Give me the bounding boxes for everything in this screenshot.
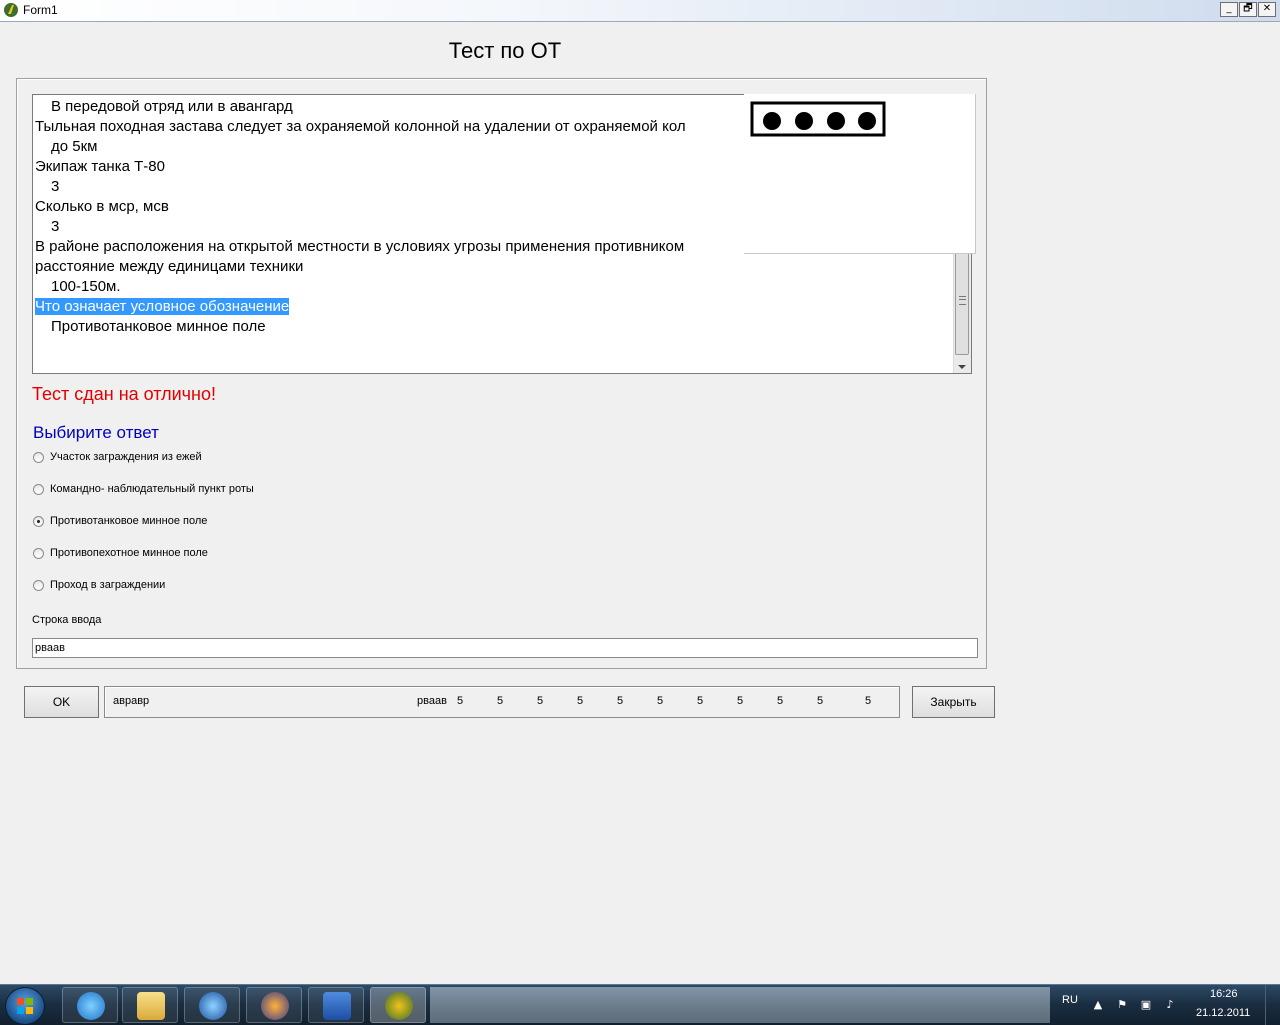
app-icon: [4, 3, 18, 17]
internet-explorer-icon: [77, 992, 105, 1020]
media-player-icon: [199, 992, 227, 1020]
score-value: 5: [737, 695, 744, 707]
memo-line: В районе расположения на открытой местно…: [35, 237, 684, 257]
memo-selected-text: Что означает условное обозначение: [35, 298, 290, 315]
radio-button[interactable]: [33, 484, 44, 495]
answer-option-label[interactable]: Противопехотное минное поле: [50, 547, 208, 559]
memo-line-text: до 5км: [51, 138, 98, 155]
minimize-button[interactable]: _: [1220, 2, 1238, 17]
browser-icon: [261, 992, 289, 1020]
language-indicator[interactable]: RU: [1062, 994, 1078, 1006]
memo-line: Сколько в мср, мсв: [35, 197, 169, 217]
system-tray: RU ▲ ⚑ ▣ ♪ 16:26 21.12.2011: [1050, 985, 1280, 1025]
window-title: Form1: [23, 3, 58, 17]
taskbar-word[interactable]: [308, 987, 364, 1023]
memo-line: расстояние между единицами техники: [35, 257, 303, 277]
taskbar-test-app[interactable]: [370, 987, 426, 1023]
taskbar-internet-explorer[interactable]: [62, 987, 118, 1023]
score-value: 5: [697, 695, 704, 707]
score-value: 5: [577, 695, 584, 707]
taskbar-browser[interactable]: [246, 987, 302, 1023]
clock-date[interactable]: 21.12.2011: [1196, 1007, 1250, 1019]
score-value: 5: [817, 695, 824, 707]
memo-line: Экипаж танка Т-80: [35, 157, 165, 177]
score-value: 5: [537, 695, 544, 707]
score-value: 5: [865, 695, 872, 707]
word-icon: [323, 992, 351, 1020]
taskbar: RU ▲ ⚑ ▣ ♪ 16:26 21.12.2011: [0, 984, 1280, 1025]
memo-line: В передовой отряд или в авангард: [51, 97, 293, 117]
memo-line-text: Тыльная походная застава следует за охра…: [35, 118, 686, 135]
radio-button[interactable]: [33, 548, 44, 559]
question-image: [744, 94, 976, 254]
page-title: Тест по ОТ: [448, 38, 562, 63]
memo-line-text: В передовой отряд или в авангард: [51, 98, 293, 115]
antitank-minefield-symbol-icon: [750, 101, 886, 137]
taskbar-explorer[interactable]: [122, 987, 178, 1023]
close-window-button[interactable]: ✕: [1258, 2, 1276, 17]
volume-icon[interactable]: ♪: [1164, 999, 1176, 1011]
memo-line: Противотанковое минное поле: [51, 317, 266, 337]
answer-option-label[interactable]: Противотанковое минное поле: [50, 515, 207, 527]
answer-input[interactable]: [32, 638, 978, 658]
windows-logo-icon: [17, 998, 33, 1014]
show-hidden-icons-icon[interactable]: ▲: [1092, 999, 1104, 1011]
taskbar-empty-area: [430, 987, 1050, 1023]
title-bar: Form1 _ 🗗 ✕: [0, 0, 1280, 22]
score-value: 5: [497, 695, 504, 707]
score-value: 5: [617, 695, 624, 707]
radio-button[interactable]: [33, 452, 44, 463]
clock-time[interactable]: 16:26: [1210, 988, 1238, 1000]
score-value: 5: [657, 695, 664, 707]
maximize-button[interactable]: 🗗: [1239, 2, 1257, 17]
memo-line: Тыльная походная застава следует за охра…: [35, 117, 686, 137]
memo-line-text: Противотанковое минное поле: [51, 318, 266, 335]
status-bar: авравр рваав 5 5 5 5 5 5 5 5 5 5 5: [104, 686, 900, 718]
memo-line: Что означает условное обозначение: [35, 297, 290, 317]
choose-answer-label: Выбирите ответ: [33, 423, 159, 442]
answer-option-label[interactable]: Участок заграждения из ежей: [50, 451, 202, 463]
memo-line-text: Экипаж танка Т-80: [35, 158, 165, 175]
memo-line-text: 100-150м.: [51, 278, 121, 295]
memo-line: 3: [51, 177, 59, 197]
show-desktop-button[interactable]: [1265, 985, 1280, 1025]
memo-line-text: Сколько в мср, мсв: [35, 198, 169, 215]
answer-option-label[interactable]: Проход в заграждении: [50, 579, 165, 591]
memo-line-text: В районе расположения на открытой местно…: [35, 238, 685, 255]
status-name-text: рваав: [417, 695, 447, 707]
score-value: 5: [777, 695, 784, 707]
memo-line: 3: [51, 217, 59, 237]
action-center-flag-icon[interactable]: ⚑: [1116, 999, 1128, 1011]
radio-button[interactable]: [33, 516, 44, 527]
taskbar-media-player[interactable]: [184, 987, 240, 1023]
score-value: 5: [457, 695, 464, 707]
memo-line-text: расстояние между единицами техники: [35, 258, 304, 275]
start-button[interactable]: [5, 987, 45, 1025]
radio-button[interactable]: [33, 580, 44, 591]
scrollbar-thumb[interactable]: [955, 247, 969, 355]
folder-icon: [137, 992, 165, 1020]
ok-button[interactable]: OK: [24, 686, 99, 718]
input-label: Строка ввода: [32, 614, 102, 626]
memo-line-text: 3: [51, 218, 60, 235]
answer-option-label[interactable]: Командно- наблюдательный пункт роты: [50, 483, 254, 495]
memo-line: до 5км: [51, 137, 97, 157]
network-icon[interactable]: ▣: [1140, 999, 1152, 1011]
status-left-text: авравр: [113, 695, 150, 707]
test-app-icon: [385, 992, 413, 1020]
memo-line: 100-150м.: [51, 277, 121, 297]
result-text: Тест сдан на отлично!: [32, 384, 216, 404]
scroll-down-arrow-icon[interactable]: [958, 365, 966, 369]
memo-line-text: 3: [51, 178, 60, 195]
close-button[interactable]: Закрыть: [912, 686, 995, 718]
